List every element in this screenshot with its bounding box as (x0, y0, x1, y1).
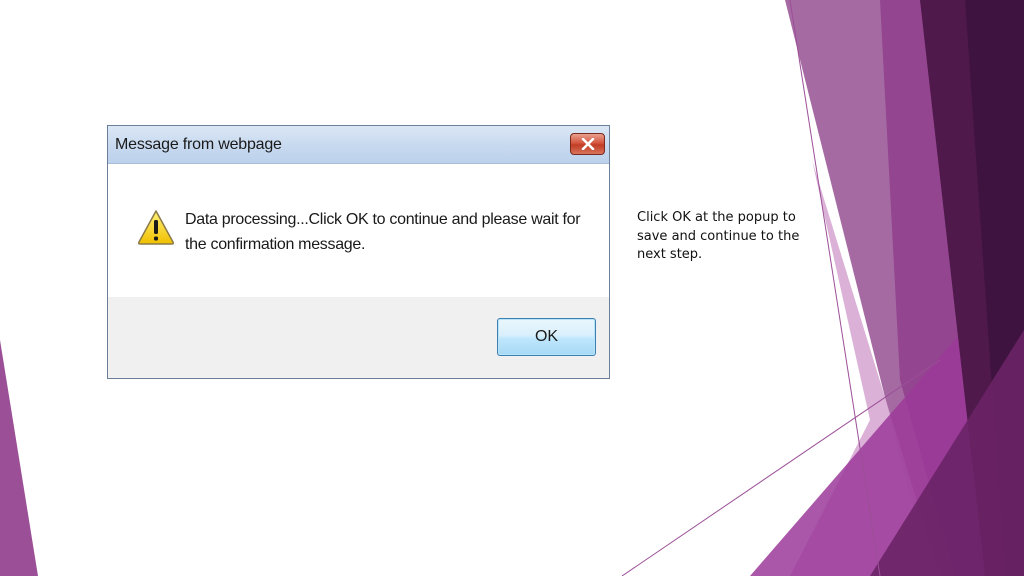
instruction-caption: Click OK at the popup to save and contin… (637, 210, 800, 262)
warning-icon (137, 210, 175, 245)
dialog-button-bar: OK (108, 297, 609, 378)
ok-button[interactable]: OK (497, 318, 596, 356)
dialog-title: Message from webpage (115, 136, 282, 153)
left-purple-shape (0, 340, 38, 576)
dialog-titlebar[interactable]: Message from webpage (108, 126, 609, 164)
dialog-message: Data processing...Click OK to continue a… (185, 211, 581, 253)
close-button[interactable] (570, 133, 605, 155)
close-icon (581, 138, 594, 150)
slide: Message from webpage Data processing...C… (0, 0, 1024, 576)
dialog-content: Data processing...Click OK to continue a… (108, 164, 609, 297)
message-dialog: Message from webpage Data processing...C… (107, 125, 610, 379)
